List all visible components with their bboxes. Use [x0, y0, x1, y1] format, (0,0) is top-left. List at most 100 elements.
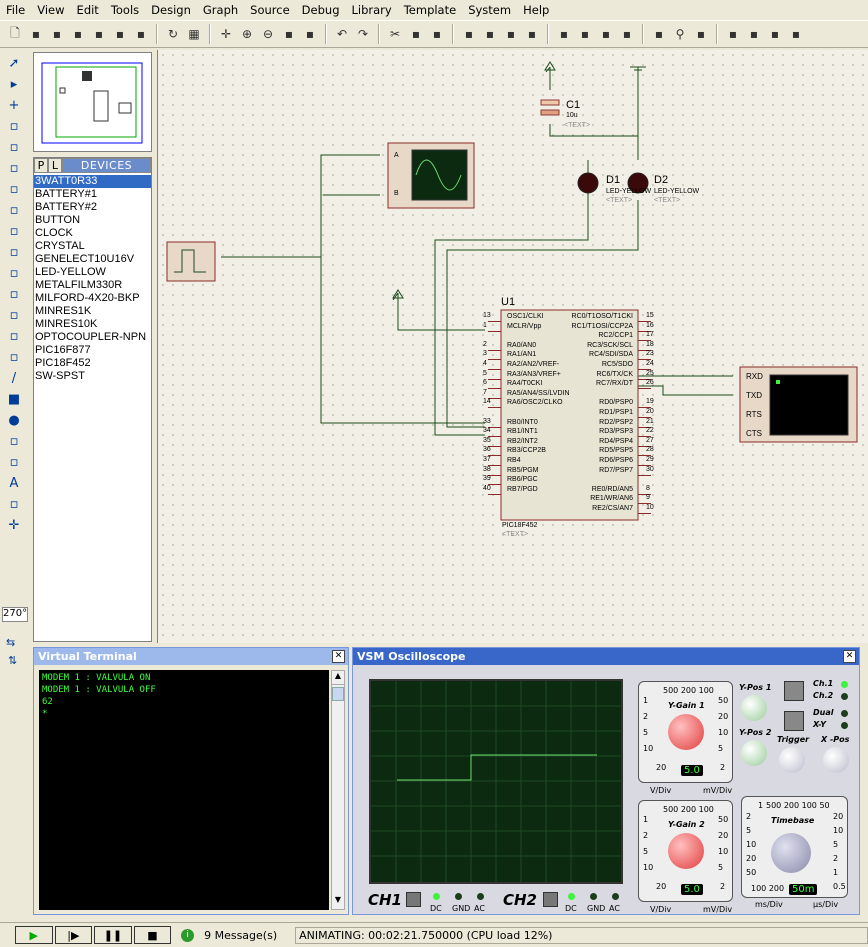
device-list-item[interactable]: CLOCK	[34, 227, 151, 240]
undo-icon[interactable]: ↶	[333, 25, 351, 43]
device-list-item[interactable]: PIC16F877	[34, 344, 151, 357]
block-delete-icon[interactable]: ▪	[523, 25, 541, 43]
cut-icon[interactable]: ✂	[386, 25, 404, 43]
page-icon[interactable]: ▪	[132, 25, 150, 43]
tape-recorder-icon[interactable]: ▫	[3, 263, 25, 283]
property-assign-icon[interactable]: ▪	[692, 25, 710, 43]
coupling-led[interactable]	[455, 893, 462, 900]
symbol-icon[interactable]: ▫	[3, 494, 25, 514]
device-list-item[interactable]: MILFORD-4X20-BKP	[34, 292, 151, 305]
subcircuit-icon[interactable]: ▫	[3, 179, 25, 199]
graph-icon[interactable]: ▫	[3, 242, 25, 262]
zoom-area-icon[interactable]: ▪	[301, 25, 319, 43]
open-icon[interactable]: ▪	[27, 25, 45, 43]
grid-icon[interactable]: ▦	[185, 25, 203, 43]
bus-icon[interactable]: ▫	[3, 158, 25, 178]
make-device-icon[interactable]: ▪	[576, 25, 594, 43]
menu-template[interactable]: Template	[398, 3, 462, 17]
print-icon[interactable]: ▪	[90, 25, 108, 43]
device-list-item[interactable]: PIC18F452	[34, 357, 151, 370]
marker-icon[interactable]: ✛	[3, 515, 25, 535]
ares-icon[interactable]: ▪	[787, 25, 805, 43]
menu-file[interactable]: File	[0, 3, 31, 17]
xpos-knob[interactable]	[823, 747, 849, 773]
menu-edit[interactable]: Edit	[71, 3, 105, 17]
device-list-item[interactable]: GENELECT10U16V	[34, 253, 151, 266]
device-list-item[interactable]: BUTTON	[34, 214, 151, 227]
library-manager-button[interactable]: L	[48, 158, 62, 173]
pick-device-icon[interactable]: ▪	[555, 25, 573, 43]
terminal-icon[interactable]: ▫	[3, 200, 25, 220]
terminal-scrollbar[interactable]: ▲ ▼	[331, 670, 345, 910]
menu-tools[interactable]: Tools	[105, 3, 145, 17]
text-script-icon[interactable]: ▫	[3, 137, 25, 157]
schematic-canvas[interactable]: C1 10u <TEXT> D1 LED-YELLOW <TEXT> D2 LE…	[157, 50, 868, 643]
pause-button[interactable]: ❚❚	[94, 926, 132, 944]
coupling-led[interactable]	[590, 893, 597, 900]
zoom-all-icon[interactable]: ▪	[280, 25, 298, 43]
generator-icon[interactable]: ▫	[3, 284, 25, 304]
arc-icon[interactable]: ▫	[3, 431, 25, 451]
voltage-probe-icon[interactable]: ▫	[3, 305, 25, 325]
block-copy-icon[interactable]: ▪	[460, 25, 478, 43]
channel-select-button[interactable]	[784, 681, 804, 701]
circle-icon[interactable]: ●	[3, 410, 25, 430]
coupling-led[interactable]	[477, 893, 484, 900]
y-gain-2-knob[interactable]	[668, 833, 704, 869]
ch1-invert-button[interactable]	[406, 892, 421, 907]
device-list-item[interactable]: METALFILM330R	[34, 279, 151, 292]
paste-icon[interactable]: ▪	[428, 25, 446, 43]
menu-library[interactable]: Library	[346, 3, 398, 17]
menu-view[interactable]: View	[31, 3, 70, 17]
virtual-terminal-window[interactable]: Virtual Terminal ✕ MODEM 1 : VALVULA ON MO…	[33, 647, 349, 915]
box-icon[interactable]: ■	[3, 389, 25, 409]
ypos1-knob[interactable]	[741, 695, 767, 721]
coupling-led[interactable]	[612, 893, 619, 900]
junction-icon[interactable]: +	[3, 95, 25, 115]
zoom-out-icon[interactable]: ⊖	[259, 25, 277, 43]
stop-button[interactable]: ■	[133, 926, 172, 944]
block-move-icon[interactable]: ▪	[481, 25, 499, 43]
device-list-item[interactable]: LED-YELLOW	[34, 266, 151, 279]
print-setup-icon[interactable]: ▪	[111, 25, 129, 43]
decompose-icon[interactable]: ▪	[618, 25, 636, 43]
refresh-icon[interactable]: ↻	[164, 25, 182, 43]
menu-help[interactable]: Help	[517, 3, 555, 17]
menu-graph[interactable]: Graph	[197, 3, 244, 17]
y-gain-1-knob[interactable]	[668, 714, 704, 750]
import-icon[interactable]: ▪	[69, 25, 87, 43]
coupling-led[interactable]	[568, 893, 575, 900]
wire-label-icon[interactable]: ▫	[3, 116, 25, 136]
save-icon[interactable]: ▪	[48, 25, 66, 43]
menu-debug[interactable]: Debug	[296, 3, 346, 17]
wire-autorouter-icon[interactable]: ▪	[650, 25, 668, 43]
bill-of-materials-icon[interactable]: ▪	[745, 25, 763, 43]
new-file-icon[interactable]: 🗋	[6, 25, 24, 43]
device-list-item[interactable]: OPTOCOUPLER-NPN	[34, 331, 151, 344]
menu-design[interactable]: Design	[145, 3, 197, 17]
erc-icon[interactable]: ▪	[766, 25, 784, 43]
device-list-item[interactable]: BATTERY#1	[34, 188, 151, 201]
selection-icon[interactable]: ➚	[3, 53, 25, 73]
close-icon[interactable]: ✕	[843, 650, 856, 663]
mirror-x-icon[interactable]: ⇆	[6, 636, 15, 649]
component-icon[interactable]: ▸	[3, 74, 25, 94]
play-button[interactable]: ▶	[15, 926, 53, 944]
path-icon[interactable]: ▫	[3, 452, 25, 472]
block-rotate-icon[interactable]: ▪	[502, 25, 520, 43]
step-button[interactable]: |▶	[54, 926, 93, 944]
copy-icon[interactable]: ▪	[407, 25, 425, 43]
zoom-in-icon[interactable]: ⊕	[238, 25, 256, 43]
menu-source[interactable]: Source	[244, 3, 296, 17]
messages-count[interactable]: 9 Message(s)	[204, 929, 283, 942]
search-icon[interactable]: ⚲	[671, 25, 689, 43]
trigger-knob[interactable]	[779, 747, 805, 773]
current-probe-icon[interactable]: ▫	[3, 326, 25, 346]
device-list-item[interactable]: MINRES1K	[34, 305, 151, 318]
menu-system[interactable]: System	[462, 3, 517, 17]
pick-devices-button[interactable]: P	[34, 158, 48, 173]
rotation-field[interactable]: 270°	[2, 607, 28, 622]
oscilloscope-window[interactable]: VSM Oscilloscope ✕ CH1 CH2 DC GND AC DC GND AC…	[352, 647, 860, 915]
package-icon[interactable]: ▪	[597, 25, 615, 43]
timebase-knob[interactable]	[771, 833, 811, 873]
